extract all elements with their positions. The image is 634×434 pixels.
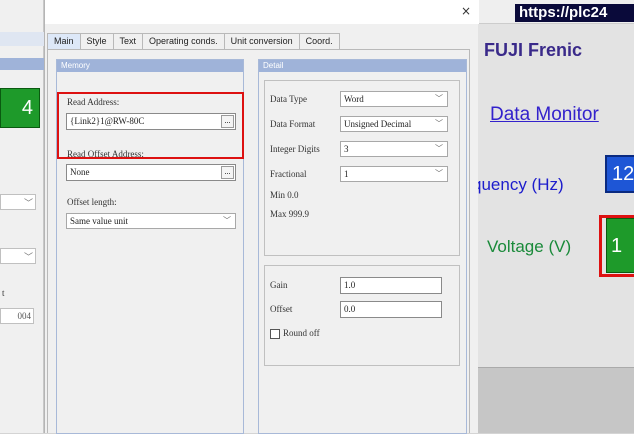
data-format-group: Data Type Word ﹀ Data Format Unsigned De… [264,80,460,256]
offset-length-value: Same value unit [70,216,128,226]
offset-label: Offset [270,304,293,314]
left-dropdown-1[interactable]: ﹀ [0,194,36,210]
read-address-browse-button[interactable]: ... [221,115,234,128]
chevron-down-icon: ﹀ [223,216,231,225]
background-app-lower-area [478,367,634,433]
data-type-dropdown[interactable]: Word ﹀ [340,91,448,107]
integer-digits-label: Integer Digits [270,144,320,154]
chevron-down-icon: ﹀ [435,144,443,153]
detail-panel-header: Detail [259,60,466,72]
round-off-checkbox[interactable] [270,329,280,339]
gain-label: Gain [270,280,288,290]
url-banner[interactable]: https://plc24 [515,4,634,22]
tab-text[interactable]: Text [112,33,144,49]
offset-length-dropdown[interactable]: Same value unit ﹀ [66,213,236,229]
tab-operating-conds[interactable]: Operating conds. [142,33,225,49]
integer-digits-value: 3 [344,144,349,154]
data-format-dropdown[interactable]: Unsigned Decimal ﹀ [340,116,448,132]
chevron-down-icon: ﹀ [435,94,443,103]
read-offset-browse-button[interactable]: ... [221,166,234,179]
read-offset-address-label: Read Offset Address: [67,149,144,159]
close-icon[interactable]: × [459,4,473,18]
gain-input[interactable]: 1.0 [340,277,442,294]
detail-panel: Detail Data Type Word ﹀ Data Format Unsi… [258,59,467,434]
read-offset-address-value: None [70,167,90,177]
chevron-down-icon: ﹀ [23,252,33,262]
data-type-value: Word [344,94,364,104]
left-properties-panel: 4 ﹀ ﹀ t 004 [0,0,44,433]
background-app-title: FUJI Frenic [484,40,583,60]
tab-style[interactable]: Style [79,33,114,49]
green-display-preview: 4 [0,88,40,128]
dialog-tabs: Main Style Text Operating conds. Unit co… [47,33,340,49]
fractional-value: 1 [344,169,349,179]
voltage-value-display[interactable]: 1 [606,218,634,273]
integer-digits-dropdown[interactable]: 3 ﹀ [340,141,448,157]
data-monitor-link[interactable]: Data Monitor [490,104,599,126]
tab-main[interactable]: Main [47,33,81,49]
data-format-value: Unsigned Decimal [344,119,412,129]
left-field-label: t [2,288,5,298]
left-field-input[interactable]: 004 [0,308,34,324]
read-address-field[interactable]: {Link2}1@RW-80C ... [66,113,236,130]
offset-input[interactable]: 0.0 [340,301,442,318]
left-dropdown-2[interactable]: ﹀ [0,248,36,264]
chevron-down-icon: ﹀ [435,169,443,178]
dialog-titlebar: × [45,0,479,24]
round-off-label: Round off [283,328,320,338]
frequency-label: quency (Hz) [472,175,564,194]
memory-panel: Memory Read Address: {Link2}1@RW-80C ...… [56,59,244,434]
offset-length-label: Offset length: [67,197,117,207]
tab-unit-conversion[interactable]: Unit conversion [223,33,300,49]
voltage-label: Voltage (V) [487,237,572,256]
data-type-label: Data Type [270,94,307,104]
max-value-text: Max 999.9 [270,209,309,219]
background-app-window: https://plc24 FUJI Frenic Data Monitor q… [472,0,634,433]
gain-offset-group: Gain 1.0 Offset 0.0 Round off [264,265,460,366]
numeric-display-dialog: × Main Style Text Operating conds. Unit … [44,0,479,434]
read-offset-address-field[interactable]: None ... [66,164,236,181]
read-address-label: Read Address: [67,97,120,107]
tab-coord[interactable]: Coord. [298,33,340,49]
frequency-value-display[interactable]: 12 [605,155,634,193]
chevron-down-icon: ﹀ [435,119,443,128]
chevron-down-icon: ﹀ [23,198,33,208]
left-panel-header [0,58,44,70]
read-address-value: {Link2}1@RW-80C [70,116,145,126]
tab-page-main: Memory Read Address: {Link2}1@RW-80C ...… [47,49,470,434]
left-panel-tab [0,32,44,46]
memory-panel-header: Memory [57,60,243,72]
fractional-dropdown[interactable]: 1 ﹀ [340,166,448,182]
min-value-text: Min 0.0 [270,190,299,200]
fractional-label: Fractional [270,169,307,179]
data-format-label: Data Format [270,119,316,129]
